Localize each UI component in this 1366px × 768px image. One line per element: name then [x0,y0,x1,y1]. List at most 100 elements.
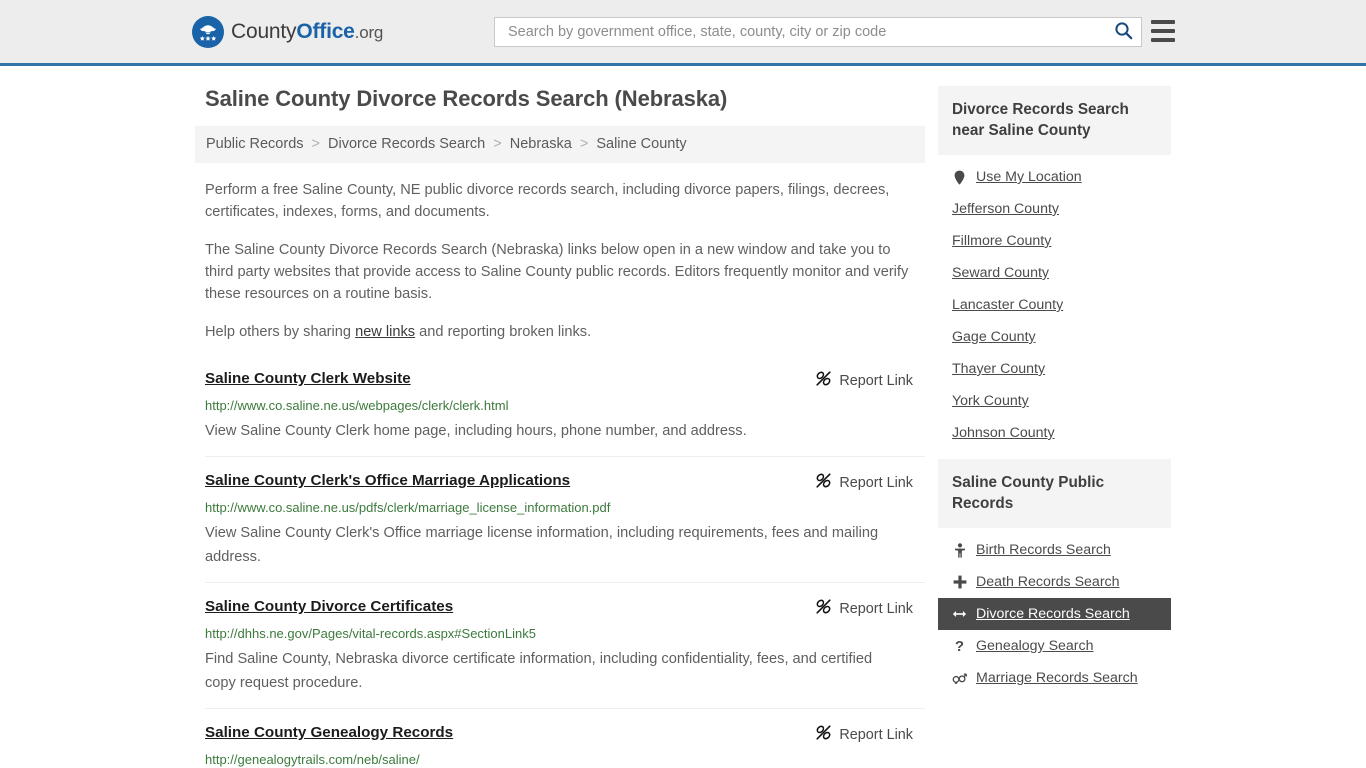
result-title-link[interactable]: Saline County Clerk's Office Marriage Ap… [205,471,570,491]
intro-paragraph-3: Help others by sharing new links and rep… [205,321,917,343]
search-input[interactable] [506,18,1112,46]
intro-paragraph-1: Perform a free Saline County, NE public … [205,182,890,220]
result-header: Saline County Divorce Certificates Report… [205,597,925,619]
logo-text-county: County [231,19,297,43]
breadcrumb-item-divorce-records-search[interactable]: Divorce Records Search [328,136,485,152]
public-records-label: Marriage Records Search [976,670,1138,686]
question-mark-icon: ? [954,637,965,655]
nearby-county-item[interactable]: Seward County [938,257,1171,289]
intro-p3-after: and reporting broken links. [415,324,592,340]
result-title-link[interactable]: Saline County Divorce Certificates [205,597,453,617]
search-button[interactable] [1112,21,1135,43]
public-records-item[interactable]: Death Records Search [938,566,1171,598]
intro-text: Perform a free Saline County, NE public … [195,179,925,343]
report-link-label: Report Link [839,474,913,491]
result-url: http://dhhs.ne.gov/Pages/vital-records.a… [205,626,536,641]
result-header: Saline County Genealogy Records Report Li… [205,723,925,745]
page-body: Saline County Divorce Records Search (Ne… [0,66,1366,768]
report-link-label: Report Link [839,372,913,389]
public-records-item[interactable]: Birth Records Search [938,534,1171,566]
breadcrumb: Public Records > Divorce Records Search … [195,126,925,163]
report-link-label: Report Link [839,726,913,743]
nearby-county-label: Gage County [952,329,1036,345]
logo-text-org: .org [354,22,384,42]
hamburger-bar [1151,20,1175,24]
results-list: Saline County Clerk Website Report Link ht… [195,365,925,768]
nearby-county-label: Johnson County [952,425,1055,441]
hamburger-bar [1151,38,1175,42]
report-link-button[interactable]: Report Link [815,598,925,619]
public-records-label: Death Records Search [976,574,1120,590]
breadcrumb-item-nebraska[interactable]: Nebraska [510,136,572,152]
result-title-link[interactable]: Saline County Genealogy Records [205,723,453,743]
nearby-county-label: Thayer County [952,361,1046,377]
public-records-item[interactable]: Divorce Records Search [938,598,1171,630]
nearby-counties-heading: Divorce Records Search near Saline Count… [938,86,1171,155]
result-item: Saline County Clerk Website Report Link ht… [205,365,925,456]
public-records-item[interactable]: ? Genealogy Search [938,630,1171,662]
nearby-county-item[interactable]: Thayer County [938,353,1171,385]
breadcrumb-item-saline-county: Saline County [596,136,687,152]
nearby-county-item[interactable]: Jefferson County [938,193,1171,225]
new-links-link[interactable]: new links [355,324,415,340]
intro-paragraph-2: The Saline County Divorce Records Search… [205,242,909,302]
baby-icon [952,542,967,558]
split-arrows-icon [952,608,967,620]
nearby-counties-list: Use My Location Jefferson County Fillmore … [938,155,1171,449]
result-item: Saline County Clerk's Office Marriage Ap… [205,456,925,582]
nearby-county-item[interactable]: Use My Location [938,161,1171,193]
broken-link-icon [815,472,832,493]
public-records-item[interactable]: Marriage Records Search [938,662,1171,694]
nearby-county-item[interactable]: Lancaster County [938,289,1171,321]
nearby-county-label: York County [952,393,1029,409]
breadcrumb-separator: > [311,136,321,152]
hamburger-menu-icon[interactable] [1151,20,1175,42]
nearby-county-item[interactable]: Fillmore County [938,225,1171,257]
result-header: Saline County Clerk's Office Marriage Ap… [205,471,925,493]
hamburger-bar [1151,29,1175,33]
sidebar: Divorce Records Search near Saline Count… [938,66,1171,768]
map-pin-icon [952,170,967,185]
public-records-list: Birth Records Search Death Records Search… [938,528,1171,694]
eagle-shield-logo-icon [192,15,224,48]
nearby-county-item[interactable]: Gage County [938,321,1171,353]
search-area [494,17,1142,47]
report-link-button[interactable]: Report Link [815,472,925,493]
public-records-panel: Saline County Public Records Birth Recor… [938,459,1171,694]
result-url: http://www.co.saline.ne.us/pdfs/clerk/ma… [205,500,611,515]
breadcrumb-item-public-records[interactable]: Public Records [206,136,304,152]
nearby-county-label: Use My Location [976,169,1082,185]
public-records-label: Birth Records Search [976,542,1111,558]
nearby-county-label: Lancaster County [952,297,1064,313]
nearby-county-label: Jefferson County [952,201,1059,217]
page-title: Saline County Divorce Records Search (Ne… [205,86,728,111]
public-records-heading: Saline County Public Records [938,459,1171,528]
gender-symbols-icon [952,671,967,685]
logo-text-office: Office [296,19,355,43]
result-item: Saline County Genealogy Records Report Li… [205,708,925,768]
broken-link-icon [815,724,832,745]
result-description: View Saline County Clerk's Office marria… [205,525,879,565]
public-records-label: Genealogy Search [976,638,1094,654]
result-item: Saline County Divorce Certificates Report… [205,582,925,708]
nearby-county-item[interactable]: York County [938,385,1171,417]
result-header: Saline County Clerk Website Report Link [205,369,925,391]
search-icon [1114,21,1133,43]
content-container: Saline County Divorce Records Search (Ne… [195,66,1171,768]
nearby-county-label: Fillmore County [952,233,1052,249]
result-url: http://genealogytrails.com/neb/saline/ [205,752,420,767]
breadcrumb-separator: > [493,136,502,152]
cross-icon [952,575,967,589]
broken-link-icon [815,370,832,391]
site-logo[interactable]: CountyOffice.org [192,15,384,48]
result-title-link[interactable]: Saline County Clerk Website [205,369,411,389]
report-link-button[interactable]: Report Link [815,370,925,391]
intro-p3-before: Help others by sharing [205,324,356,340]
report-link-button[interactable]: Report Link [815,724,925,745]
nearby-county-label: Seward County [952,265,1049,281]
search-box[interactable] [494,17,1142,47]
nearby-county-item[interactable]: Johnson County [938,417,1171,449]
site-header: CountyOffice.org [0,0,1366,66]
main-column: Saline County Divorce Records Search (Ne… [195,66,925,768]
result-description: Find Saline County, Nebraska divorce cer… [205,651,873,691]
